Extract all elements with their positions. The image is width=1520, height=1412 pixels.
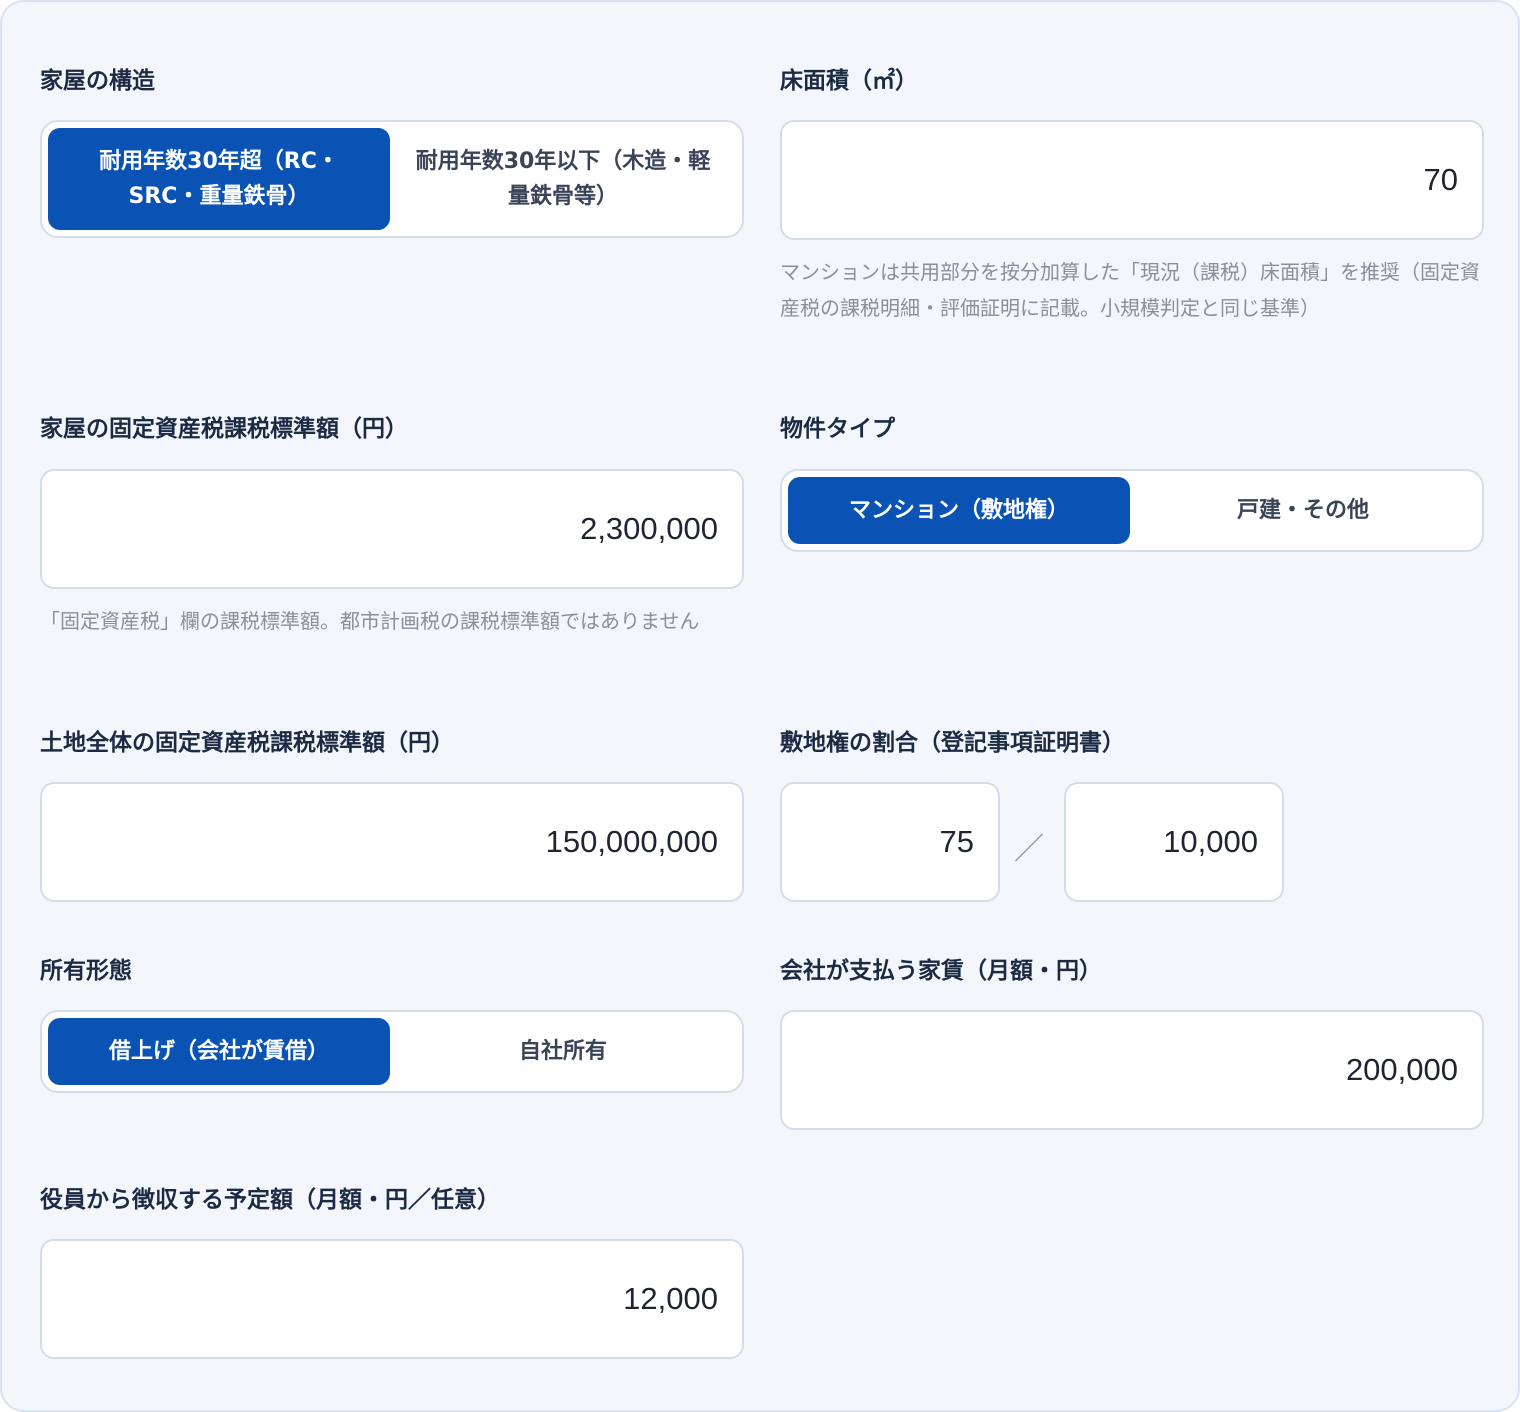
ownership-label: 所有形態 — [40, 958, 132, 984]
officer-collection-input[interactable]: 12,000 — [40, 1239, 744, 1359]
company-rent-label: 会社が支払う家賃（月額・円） — [780, 958, 1102, 984]
ownership-option-lease[interactable]: 借上げ（会社が賃借） — [48, 1018, 390, 1085]
property-type-option-house[interactable]: 戸建・その他 — [1132, 477, 1474, 544]
structure-option-rc-line1: 耐用年数30年超（RC・ — [99, 149, 339, 174]
land-tax-base-label: 土地全体の固定資産税課税標準額（円） — [40, 730, 454, 756]
house-tax-base-label: 家屋の固定資産税課税標準額（円） — [40, 416, 408, 442]
settings-panel: 家屋の構造 耐用年数30年超（RC・ SRC・重量鉄骨） 耐用年数30年以下（木… — [0, 0, 1520, 1412]
property-type-label: 物件タイプ — [780, 416, 895, 442]
land-tax-base-input[interactable]: 150,000,000 — [40, 782, 744, 902]
structure-option-wood[interactable]: 耐用年数30年以下（木造・軽 量鉄骨等） — [392, 128, 734, 230]
structure-option-rc[interactable]: 耐用年数30年超（RC・ SRC・重量鉄骨） — [48, 128, 390, 230]
structure-option-wood-line2: 量鉄骨等） — [507, 184, 618, 209]
structure-segmented-control: 耐用年数30年超（RC・ SRC・重量鉄骨） 耐用年数30年以下（木造・軽 量鉄… — [40, 120, 744, 238]
house-tax-base-hint: 「固定資産税」欄の課税標準額。都市計画税の課税標準額ではありません — [40, 609, 700, 633]
site-right-denominator-input[interactable]: 10,000 — [1064, 782, 1284, 902]
officer-collection-label: 役員から徴収する予定額（月額・円／任意） — [40, 1187, 500, 1213]
ownership-segmented-control: 借上げ（会社が賃借） 自社所有 — [40, 1010, 744, 1093]
property-type-option-mansion[interactable]: マンション（敷地権） — [788, 477, 1130, 544]
structure-option-wood-line1: 耐用年数30年以下（木造・軽 — [415, 149, 711, 174]
house-tax-base-input[interactable]: 2,300,000 — [40, 469, 744, 589]
floor-area-input[interactable]: 70 — [780, 120, 1484, 240]
ratio-separator: ／ — [1014, 832, 1044, 867]
ownership-option-owned[interactable]: 自社所有 — [392, 1018, 734, 1085]
company-rent-input[interactable]: 200,000 — [780, 1010, 1484, 1130]
structure-label: 家屋の構造 — [40, 68, 155, 94]
property-type-segmented-control: マンション（敷地権） 戸建・その他 — [780, 469, 1484, 552]
site-right-numerator-input[interactable]: 75 — [780, 782, 1000, 902]
floor-area-label: 床面積（㎡） — [780, 68, 918, 94]
structure-option-rc-line2: SRC・重量鉄骨） — [128, 184, 310, 209]
floor-area-hint: マンションは共用部分を按分加算した「現況（課税）床面積」を推奨（固定資産税の課税… — [780, 260, 1480, 320]
site-right-ratio-label: 敷地権の割合（登記事項証明書） — [780, 730, 1125, 756]
